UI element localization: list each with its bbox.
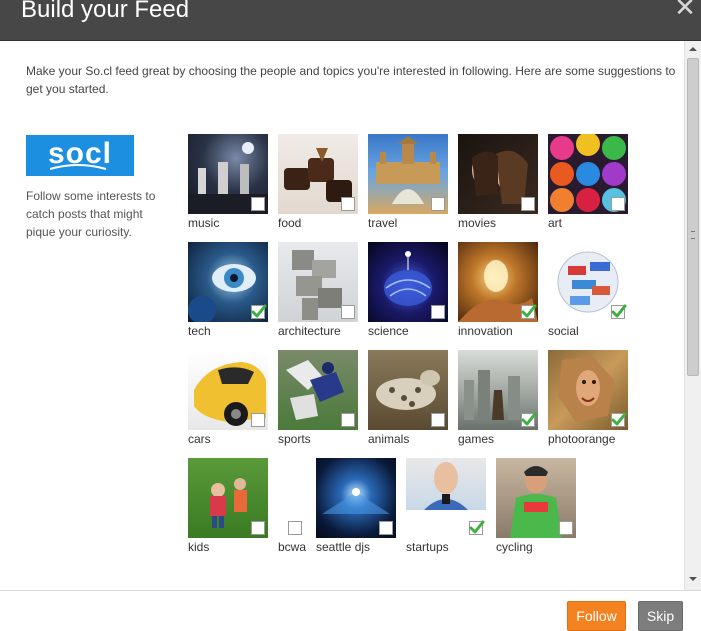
interest-tile-games[interactable]: games [458,350,538,450]
dialog-content: Make your So.cl feed great by choosing t… [0,41,684,590]
interest-tile-photoorange[interactable]: photoorange [548,350,628,450]
interest-checkbox[interactable] [251,521,265,535]
startups-image [424,462,468,510]
intro-text: Make your So.cl feed great by choosing t… [26,64,676,96]
build-feed-dialog: Build your Feed ✕ Make your So.cl feed g… [0,0,701,631]
interest-checkbox-checked[interactable] [521,304,537,319]
interest-tile-movies[interactable]: movies [458,134,538,234]
interest-checkbox[interactable] [611,197,625,211]
interest-label: social [548,324,579,338]
interest-label: animals [368,432,410,446]
interest-label: games [458,432,495,446]
interest-tile-science[interactable]: science [368,242,448,342]
logo-wave-icon [49,164,107,170]
interest-checkbox[interactable] [251,197,265,211]
interest-tile-tech[interactable]: tech [188,242,268,342]
skip-button[interactable]: Skip [638,601,683,631]
interest-checkbox[interactable] [431,197,445,211]
interest-checkbox[interactable] [341,305,355,319]
interest-checkbox-checked[interactable] [469,520,485,535]
interest-tile-seattle-djs[interactable]: seattle djs [316,458,396,558]
checkmark-icon [521,304,537,318]
interest-tile-social[interactable]: social [548,242,628,342]
interest-label: art [548,216,563,230]
interest-tile-cars[interactable]: cars [188,350,268,450]
interest-checkbox[interactable] [521,197,535,211]
interest-tile-innovation[interactable]: innovation [458,242,538,342]
interest-label: food [278,216,302,230]
interest-tile-architecture[interactable]: architecture [278,242,358,342]
interest-label: sports [278,432,311,446]
checkmark-icon [611,304,627,318]
interest-label: bcwa [278,540,307,554]
interest-tile-food[interactable]: food [278,134,358,234]
dialog-footer: Follow Skip [0,590,701,631]
interest-checkbox[interactable] [431,413,445,427]
interest-checkbox[interactable] [341,197,355,211]
interest-checkbox[interactable] [341,413,355,427]
interest-label: cycling [496,540,533,554]
interest-label: travel [368,216,398,230]
close-icon[interactable]: ✕ [672,0,698,20]
checkmark-icon [611,412,627,426]
interest-label: cars [188,432,211,446]
interest-checkbox[interactable] [288,521,302,535]
interest-checkbox[interactable] [379,521,393,535]
interest-label: kids [188,540,210,554]
interest-tile-travel[interactable]: travel [368,134,448,234]
interest-checkbox[interactable] [251,413,265,427]
interest-tile-music[interactable]: music [188,134,268,234]
interest-label: music [188,216,220,230]
startups-thumbnail [406,458,486,510]
interest-checkbox[interactable] [431,305,445,319]
interest-label: architecture [278,324,341,338]
interest-tile-startups[interactable]: startups [406,458,486,558]
dialog-title: Build your Feed [21,0,190,23]
socl-logo: socl [26,135,134,176]
interest-tile-kids[interactable]: kids [188,458,268,558]
follow-button[interactable]: Follow [567,601,626,631]
checkmark-icon [521,412,537,426]
interest-label: tech [188,324,211,338]
interest-label: photoorange [548,432,616,446]
vertical-scrollbar[interactable] [684,41,701,590]
interest-label: seattle djs [316,540,371,554]
interest-tile-animals[interactable]: animals [368,350,448,450]
interest-tile-cycling[interactable]: cycling [496,458,576,558]
interest-checkbox[interactable] [559,521,573,535]
scrollbar-thumb[interactable] [687,58,699,376]
sidebar-description: Follow some interests to catch posts tha… [26,189,156,239]
interest-label: startups [406,540,449,554]
interest-label: science [368,324,409,338]
interest-checkbox-checked[interactable] [611,412,627,427]
interest-tile-art[interactable]: art [548,134,628,234]
interest-checkbox-checked[interactable] [251,304,267,319]
interest-label: innovation [458,324,513,338]
interest-tile-sports[interactable]: sports [278,350,358,450]
interest-tile-bcwa[interactable]: bcwa [278,458,314,558]
scroll-up-arrow-icon[interactable] [689,47,697,51]
dialog-titlebar: Build your Feed ✕ [0,0,701,41]
grip-icon [691,231,695,239]
scroll-down-arrow-icon[interactable] [689,577,697,581]
interest-label: movies [458,216,497,230]
checkmark-icon [469,520,485,534]
interest-checkbox-checked[interactable] [611,304,627,319]
checkmark-icon [251,304,267,318]
interest-checkbox-checked[interactable] [521,412,537,427]
